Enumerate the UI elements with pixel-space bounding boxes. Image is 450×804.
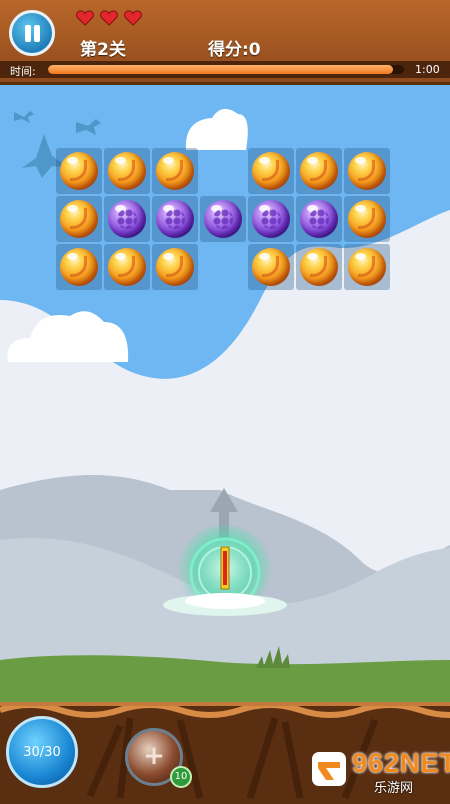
time-label: 时间:: [10, 65, 36, 78]
orange-bubble[interactable]: [156, 152, 194, 190]
board-cell: [248, 196, 294, 242]
heart-icon: [124, 10, 142, 26]
board-cell: [248, 244, 294, 290]
heart-icon: [100, 10, 118, 26]
orange-bubble[interactable]: [300, 248, 338, 286]
orange-bubble[interactable]: [300, 152, 338, 190]
board-cell: [344, 244, 390, 290]
level-label: 第2关: [80, 40, 126, 60]
watermark-logo: 962NET 乐游网: [312, 748, 450, 796]
lives-hearts: [76, 10, 142, 26]
purple-bubble[interactable]: [108, 200, 146, 238]
watermark-subtext: 乐游网: [374, 781, 414, 796]
score-label: 得分:0: [208, 40, 261, 60]
board-cell: [248, 148, 294, 194]
orange-bubble[interactable]: [60, 152, 98, 190]
board-cell: [296, 196, 342, 242]
board-cell: [56, 244, 102, 290]
game-scene: [0, 0, 450, 800]
purple-bubble[interactable]: [156, 200, 194, 238]
heart-icon: [76, 10, 94, 26]
background-art: [0, 82, 450, 702]
watermark-text: 962NET: [352, 748, 450, 778]
orange-bubble[interactable]: [60, 248, 98, 286]
time-progress-bar: [48, 65, 404, 74]
purple-bubble[interactable]: [300, 200, 338, 238]
board-cell: [344, 148, 390, 194]
purple-bubble[interactable]: [204, 200, 242, 238]
orange-bubble[interactable]: [252, 248, 290, 286]
ammo-text: 30/30: [23, 745, 61, 760]
bubble-shooter[interactable]: [163, 525, 288, 630]
board-cell: [296, 244, 342, 290]
orange-bubble[interactable]: [348, 200, 386, 238]
watermark-icon: [312, 752, 346, 786]
ammo-counter: 30/30: [6, 716, 78, 788]
orange-bubble[interactable]: [60, 200, 98, 238]
orange-bubble[interactable]: [108, 248, 146, 286]
orange-bubble[interactable]: [156, 248, 194, 286]
time-value: 1:00: [415, 63, 440, 76]
board-cell: [200, 196, 246, 242]
pause-button[interactable]: [9, 10, 55, 56]
purple-bubble[interactable]: [252, 200, 290, 238]
orange-bubble[interactable]: [108, 152, 146, 190]
board-cell: [104, 196, 150, 242]
orange-bubble[interactable]: [252, 152, 290, 190]
orange-bubble[interactable]: [348, 248, 386, 286]
board-cell: [56, 196, 102, 242]
time-progress-fill: [48, 65, 394, 74]
board-cell: [296, 148, 342, 194]
board-cell: [152, 196, 198, 242]
plus-icon: +: [143, 741, 165, 771]
board-cell: [344, 196, 390, 242]
board-cell: [104, 148, 150, 194]
powerup-count-badge: 10: [170, 766, 192, 788]
board-cell: [152, 244, 198, 290]
orange-bubble[interactable]: [348, 152, 386, 190]
top-bar: 第2关 得分:0 时间: 1:00: [0, 0, 450, 85]
board-cell: [152, 148, 198, 194]
board-cell: [104, 244, 150, 290]
board-cell: [56, 148, 102, 194]
timer-row: 时间: 1:00: [0, 61, 450, 78]
